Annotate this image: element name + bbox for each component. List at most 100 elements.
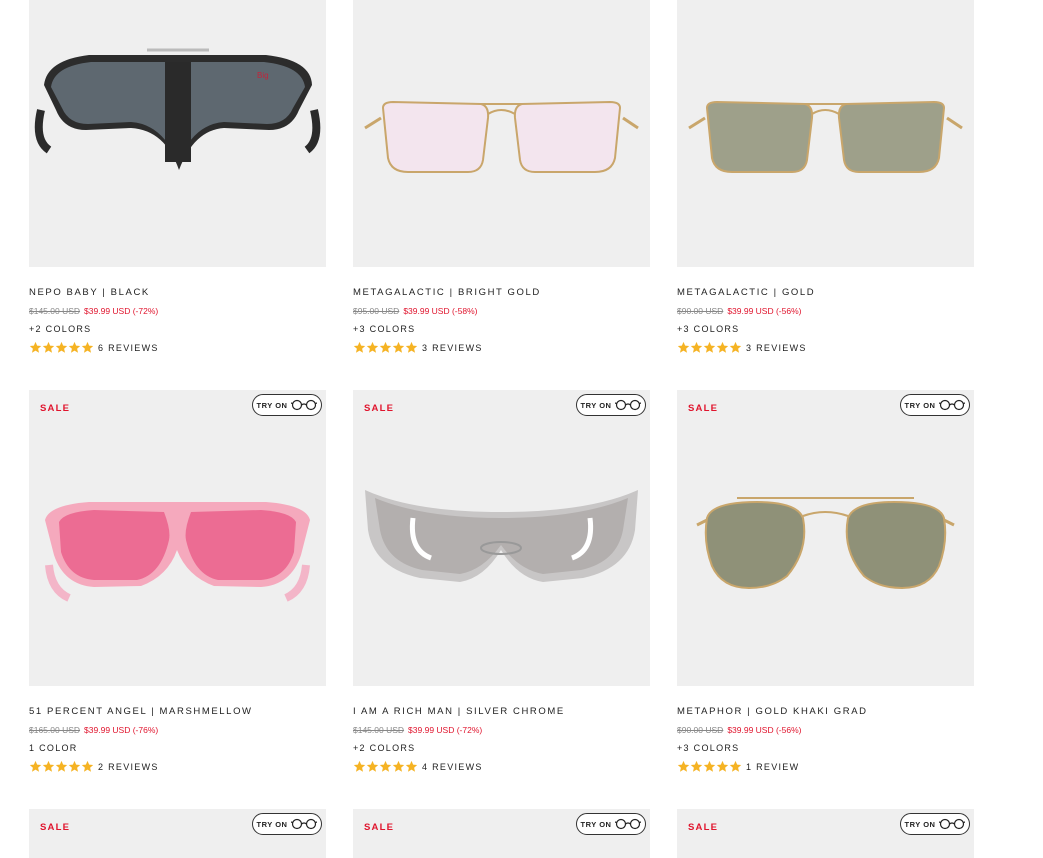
try-on-button[interactable]: TRY ON [252,394,322,416]
color-count[interactable]: +3 COLORS [677,743,974,753]
star-icon [392,760,405,772]
star-icon [353,760,366,772]
star-icon [379,760,392,772]
product-image-container[interactable]: SALE TRY ON [353,809,650,858]
star-icon [703,341,716,353]
star-icon [703,760,716,772]
try-on-label: TRY ON [580,819,612,829]
product-image [365,490,638,582]
product-image-container[interactable]: Big [29,0,326,267]
try-on-button[interactable]: TRY ON [900,813,970,835]
star-icon [29,341,42,353]
star-icon [42,760,55,772]
price-row: $90.00 USD $39.99 USD (-56%) [677,725,974,735]
star-icon [392,341,405,353]
product-image-container[interactable] [677,0,974,267]
product-info: METAGALACTIC | GOLD $90.00 USD $39.99 USD… [677,287,974,354]
review-count: 6 REVIEWS [98,342,159,353]
star-icon [677,760,690,772]
glasses-icon [291,399,318,411]
svg-text:Big: Big [257,71,269,80]
price-row: $90.00 USD $39.99 USD (-56%) [677,306,974,316]
color-count[interactable]: +3 COLORS [677,324,974,334]
product-image [688,100,963,173]
product-name[interactable]: NEPO BABY | BLACK [29,287,326,298]
color-count[interactable]: +2 COLORS [353,743,650,753]
star-icon [729,341,742,353]
product-image-container[interactable]: SALE TRY ON [29,390,326,686]
product-image-container[interactable] [353,0,650,267]
original-price: $90.00 USD [677,306,724,316]
sale-price: $39.99 USD (-72%) [408,725,483,735]
try-on-button[interactable]: TRY ON [576,394,646,416]
try-on-label: TRY ON [904,400,936,410]
product-image: Big [34,48,321,170]
rating-row[interactable]: 3 REVIEWS [353,341,650,354]
star-icon [379,341,392,353]
rating-row[interactable]: 3 REVIEWS [677,341,974,354]
star-rating [353,341,418,354]
rating-row[interactable]: 2 REVIEWS [29,760,326,773]
sale-badge: SALE [688,403,719,414]
rating-row[interactable]: 6 REVIEWS [29,341,326,354]
try-on-button[interactable]: TRY ON [252,813,322,835]
star-icon [366,760,379,772]
product-name[interactable]: I AM A RICH MAN | SILVER CHROME [353,706,650,717]
star-rating [353,760,418,773]
review-count: 3 REVIEWS [746,342,807,353]
product-info: 51 PERCENT ANGEL | MARSHMELLOW $165.00 U… [29,706,326,773]
original-price: $165.00 USD [29,725,81,735]
sale-badge: SALE [364,403,395,414]
star-icon [55,341,68,353]
star-icon [55,760,68,772]
product-info: I AM A RICH MAN | SILVER CHROME $145.00 … [353,706,650,773]
star-icon [68,760,81,772]
product-image-container[interactable]: SALE TRY ON [677,390,974,686]
try-on-button[interactable]: TRY ON [900,394,970,416]
price-row: $145.00 USD $39.99 USD (-72%) [29,306,326,316]
review-count: 4 REVIEWS [422,761,483,772]
rating-row[interactable]: 4 REVIEWS [353,760,650,773]
product-image-container[interactable]: SALE TRY ON [677,809,974,858]
star-icon [29,760,42,772]
star-icon [690,341,703,353]
product-info: METAGALACTIC | BRIGHT GOLD $95.00 USD $39… [353,287,650,354]
star-icon [729,760,742,772]
review-count: 1 REVIEW [746,761,800,772]
product-name[interactable]: METAPHOR | GOLD KHAKI GRAD [677,706,974,717]
sale-price: $39.99 USD (-72%) [84,306,159,316]
star-icon [81,760,94,772]
sale-badge: SALE [40,403,71,414]
star-icon [68,341,81,353]
star-icon [690,760,703,772]
glasses-icon [939,818,966,830]
sale-price: $39.99 USD (-76%) [84,725,159,735]
rating-row[interactable]: 1 REVIEW [677,760,974,773]
product-name[interactable]: METAGALACTIC | GOLD [677,287,974,298]
star-rating [29,341,94,354]
star-icon [366,341,379,353]
star-rating [29,760,94,773]
product-name[interactable]: METAGALACTIC | BRIGHT GOLD [353,287,650,298]
glasses-icon [939,399,966,411]
price-row: $145.00 USD $39.99 USD (-72%) [353,725,650,735]
star-icon [353,341,366,353]
star-icon [677,341,690,353]
product-image-container[interactable]: SALE TRY ON [353,390,650,686]
star-icon [405,760,418,772]
sale-badge: SALE [364,822,395,833]
star-icon [716,760,729,772]
color-count[interactable]: +2 COLORS [29,324,326,334]
color-count[interactable]: 1 COLOR [29,743,326,753]
original-price: $95.00 USD [353,306,400,316]
star-rating [677,760,742,773]
star-icon [716,341,729,353]
try-on-label: TRY ON [580,400,612,410]
product-image [45,502,310,602]
star-rating [677,341,742,354]
try-on-button[interactable]: TRY ON [576,813,646,835]
product-image-container[interactable]: SALE TRY ON [29,809,326,858]
sale-price: $39.99 USD (-56%) [727,725,802,735]
product-name[interactable]: 51 PERCENT ANGEL | MARSHMELLOW [29,706,326,717]
color-count[interactable]: +3 COLORS [353,324,650,334]
